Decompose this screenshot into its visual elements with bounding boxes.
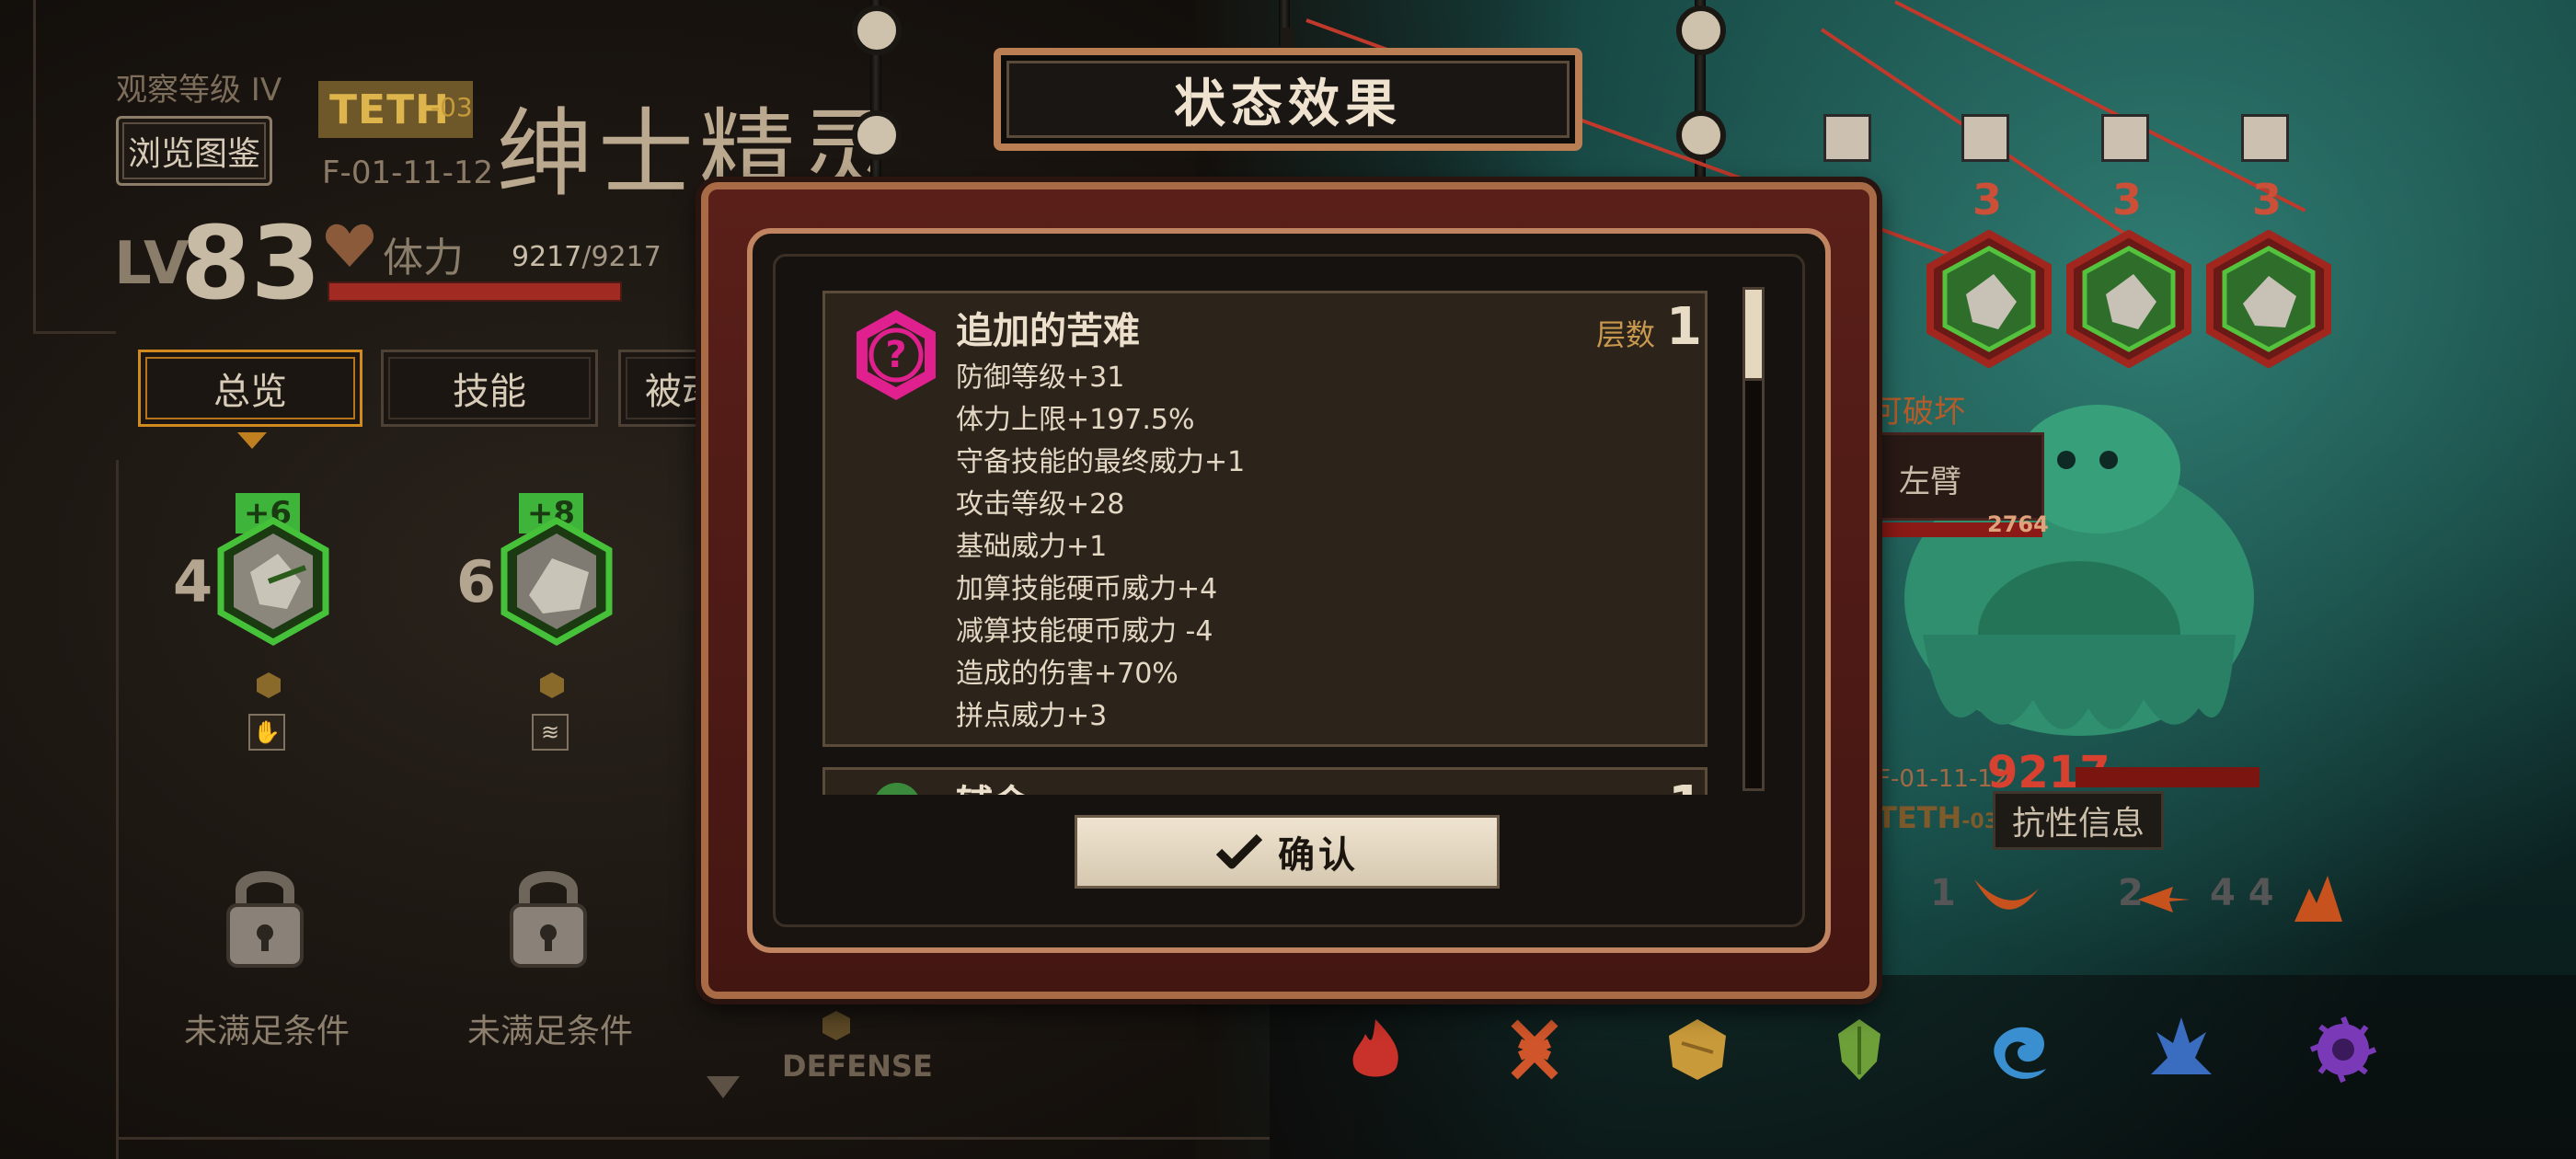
effect-line: 造成的伤害+70%: [956, 658, 1179, 690]
active-tab-pointer: [237, 432, 267, 449]
scroll-down-arrow[interactable]: [707, 1076, 740, 1098]
status-effect-name: 追加的苦难: [956, 310, 1140, 352]
effect-line: 拼点威力+3: [956, 700, 1108, 732]
effect-line: 减算技能硬币威力 -4: [956, 615, 1213, 648]
skill-portrait-hex[interactable]: [497, 517, 616, 646]
chain-ring: [852, 6, 902, 55]
effect-line: 攻击等级+28: [956, 488, 1125, 521]
dice-value: 4 4: [2210, 872, 2274, 914]
status-effect-name: 辅金: [956, 774, 1029, 795]
arrow-icon: [2138, 887, 2190, 912]
panel-frame-line: [116, 1137, 1270, 1140]
gluttony-icon: [1838, 1019, 1880, 1080]
tab-skills[interactable]: 技能: [381, 350, 598, 427]
browse-codex-button[interactable]: 浏览图鉴: [116, 116, 272, 186]
enemy-risk-level: TETH-03: [1877, 800, 1998, 835]
lust-icon: [1511, 1019, 1558, 1080]
status-effect-list[interactable]: ? 追加的苦难 层数 1 防御等级+31 体力上限+197.5% 守备技能的最终…: [822, 291, 1709, 795]
coin-dot-icon: [257, 672, 281, 698]
locked-condition-label: 未满足条件: [467, 1013, 634, 1050]
stack-label: 层数: [1596, 317, 1656, 352]
scrollbar-thumb[interactable]: [1742, 287, 1765, 381]
hp-bar: [328, 281, 622, 302]
claw-icon: [1961, 114, 2009, 162]
effect-line: 体力上限+197.5%: [956, 404, 1195, 436]
claw-slash-icon: [1974, 879, 2039, 910]
locked-condition-label: 未满足条件: [184, 1013, 351, 1050]
hp-value: 9217/9217: [512, 241, 661, 273]
wrath-icon: [1352, 1019, 1398, 1077]
claw-icon: [2241, 114, 2289, 162]
hp-label: 体力: [383, 235, 464, 281]
green-circle-icon: [873, 783, 921, 795]
skill-count: 6: [456, 548, 497, 615]
level-value: 83: [180, 204, 322, 322]
claw-icon: [2101, 114, 2149, 162]
dice-value: 1: [1930, 872, 1956, 914]
confirm-label: 确认: [1278, 834, 1359, 877]
enemy-skill-hex[interactable]: [2064, 230, 2193, 368]
defense-label: DEFENSE: [782, 1049, 933, 1084]
hp-max: /9217: [581, 241, 661, 273]
enemy-skill-count: 3: [2252, 175, 2283, 224]
effect-line: 基础威力+1: [956, 531, 1108, 563]
svg-text:?: ?: [885, 334, 906, 376]
confirm-button[interactable]: 确认: [1075, 815, 1500, 889]
skill-portrait-hex[interactable]: [213, 517, 333, 646]
lock-icon: [510, 871, 587, 968]
skill-count: 4: [173, 548, 213, 615]
enemy-hp-bar: [2076, 767, 2260, 787]
gloom-icon: [1994, 1027, 2046, 1079]
coin-dot-icon: [540, 672, 564, 698]
modal-title: 状态效果: [1174, 74, 1402, 134]
chain-ring: [1676, 6, 1726, 55]
enemy-skill-hex[interactable]: [1925, 230, 2053, 368]
question-hexagon-icon: ?: [857, 310, 936, 400]
defense-coin-icon: [822, 1011, 850, 1040]
header-connector: [1281, 28, 1294, 50]
enemy-skill-count: 3: [2112, 175, 2143, 224]
enemy-part-name: 左臂: [1899, 464, 1961, 500]
stack-value: 1: [1668, 775, 1704, 795]
pride-icon: [2151, 1017, 2212, 1074]
effect-line: 守备技能的最终威力+1: [956, 446, 1246, 478]
wave-icon: ≋: [532, 714, 569, 751]
hp-current: 9217: [512, 241, 582, 273]
character-code: F-01-11-12: [322, 155, 494, 191]
panel-frame-line: [33, 0, 36, 331]
resistance-info-button[interactable]: 抗性信息: [1993, 791, 2164, 850]
dice-value-b: 4: [2248, 872, 2274, 914]
claw-icon: ✋: [248, 714, 285, 751]
stack-value: 1: [1666, 297, 1702, 357]
heart-icon: [325, 224, 374, 267]
fire-icon: [2294, 876, 2342, 922]
battlefield-bottom-bar: [1270, 975, 2576, 1159]
panel-frame-line: [33, 331, 116, 334]
effect-line: 加算技能硬币威力+4: [956, 573, 1218, 605]
envy-icon: [2309, 1016, 2377, 1084]
dice-value-a: 4: [2210, 872, 2236, 914]
checkmark-icon: [1215, 833, 1263, 869]
chain-ring: [852, 110, 902, 160]
sloth-icon: [1669, 1019, 1726, 1080]
observation-level: 观察等级 IV: [116, 72, 282, 109]
status-effect-card: 辅金 1: [822, 767, 1708, 795]
tab-overview[interactable]: 总览: [138, 350, 362, 427]
breakable-part-label: 可破坏: [1871, 394, 1965, 430]
enemy-risk-text: TETH: [1877, 800, 1962, 835]
modal-header: 状态效果: [994, 48, 1582, 151]
effect-line: 防御等级+31: [956, 361, 1125, 394]
panel-frame-line: [116, 460, 119, 1159]
status-effect-card: ? 追加的苦难 层数 1 防御等级+31 体力上限+197.5% 守备技能的最终…: [822, 291, 1708, 747]
risk-level-suffix: -03: [431, 92, 473, 122]
level-label: LV: [114, 230, 190, 298]
enemy-skill-hex[interactable]: [2204, 230, 2333, 368]
enemy-skill-count: 3: [1972, 175, 2003, 224]
lock-icon: [226, 871, 304, 968]
wave-icon: [1823, 114, 1871, 162]
enemy-part-hp: 2764: [1987, 511, 2049, 537]
chain-ring: [1676, 110, 1726, 160]
